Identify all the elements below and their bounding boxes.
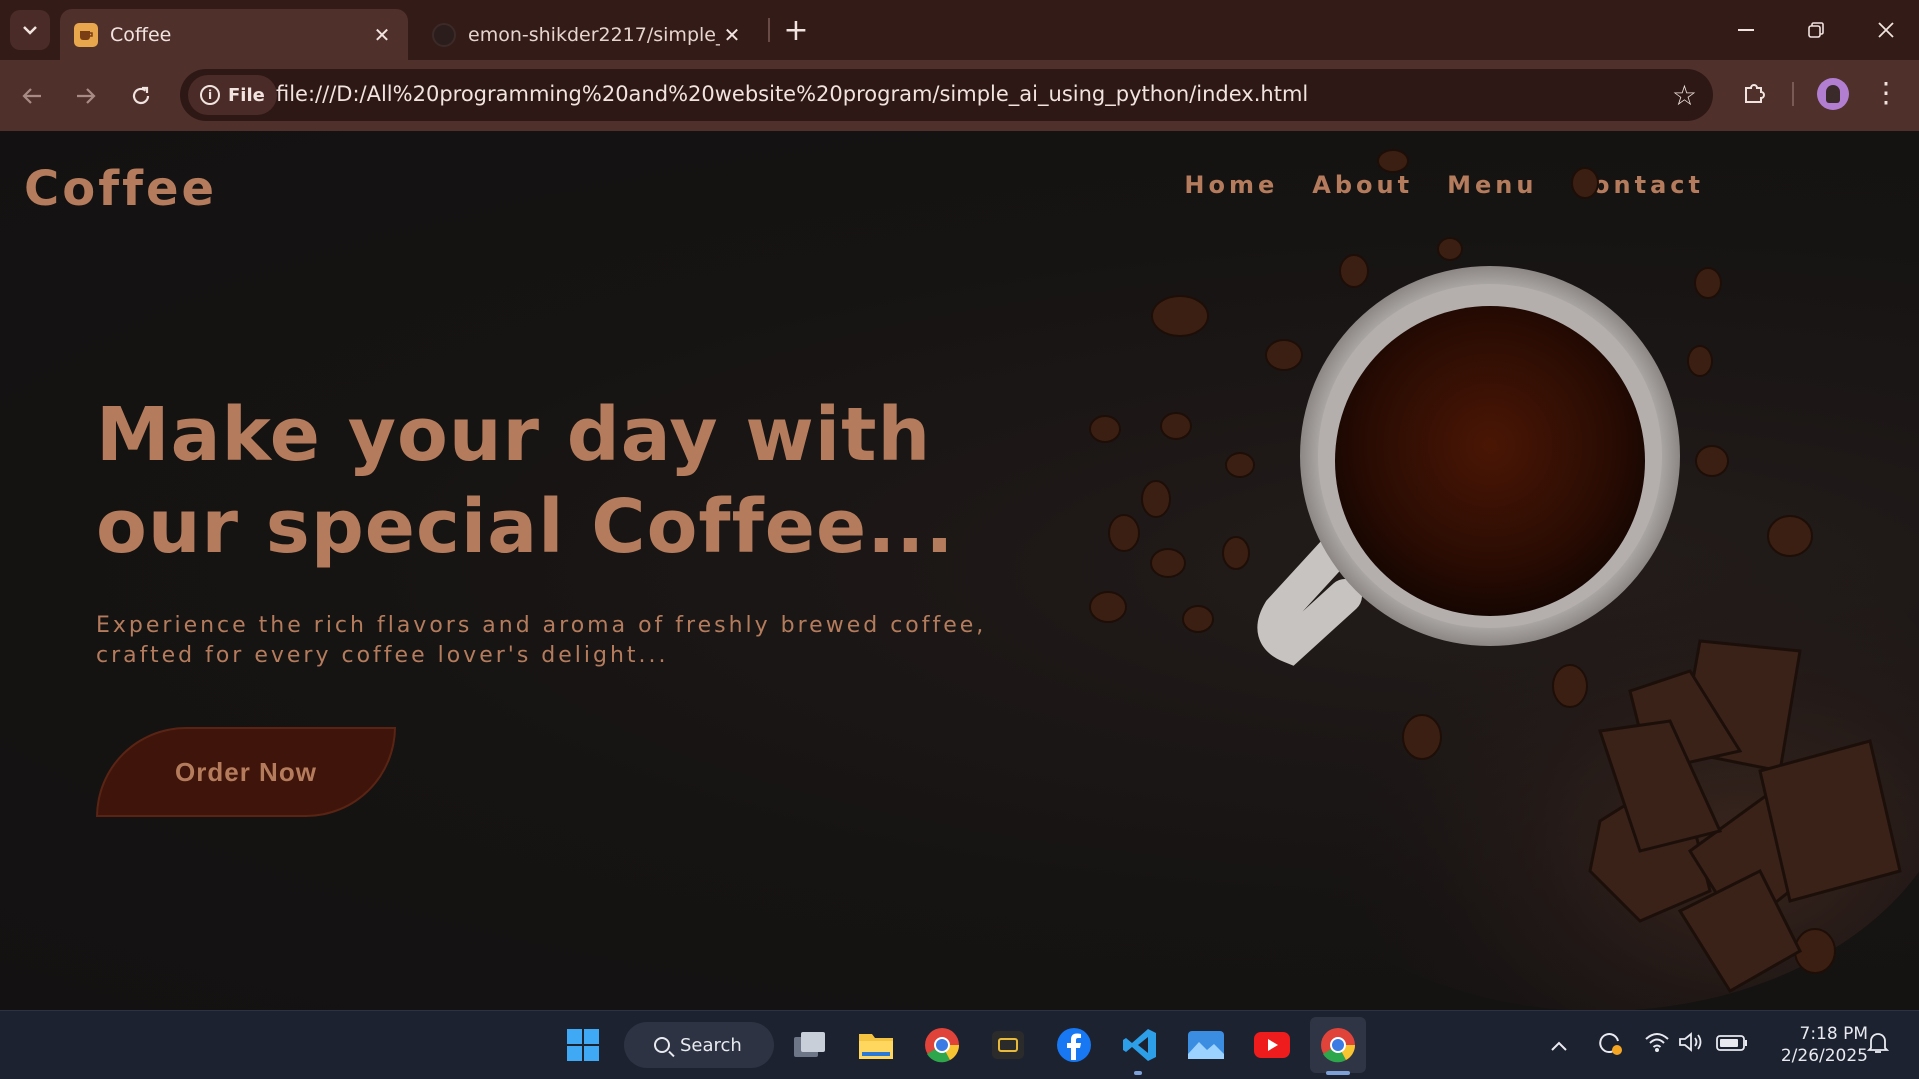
windows-start-icon[interactable] (563, 1025, 603, 1065)
volume-icon[interactable] (1678, 1031, 1704, 1058)
tab-title: emon-shikder2217/simple_landing (468, 23, 720, 46)
active-running-indicator (1326, 1071, 1350, 1075)
battery-icon[interactable] (1716, 1033, 1748, 1057)
site-logo[interactable]: Coffee (24, 161, 217, 217)
url-text[interactable]: file:///D:/All%20programming%20and%20web… (276, 82, 1308, 106)
photos-icon[interactable] (1186, 1025, 1226, 1065)
browser-toolbar: i File file:///D:/All%20programming%20an… (0, 60, 1919, 131)
tab-github[interactable]: emon-shikder2217/simple_landing ✕ (418, 9, 758, 60)
terminal-icon[interactable] (988, 1025, 1028, 1065)
close-tab-icon[interactable]: ✕ (720, 23, 744, 47)
clock-time: 7:18 PM (1799, 1024, 1869, 1044)
profile-avatar-icon[interactable] (1817, 78, 1849, 110)
github-favicon-icon (432, 22, 456, 47)
forward-button[interactable] (68, 78, 104, 114)
close-icon (1878, 22, 1894, 38)
close-window-button[interactable] (1851, 0, 1919, 60)
site-info-chip[interactable]: i File (188, 75, 277, 115)
site-chip-label: File (228, 84, 265, 106)
system-clock[interactable]: 7:18 PM 2/26/2025 (1770, 1023, 1868, 1067)
coffee-hero-image (1089, 149, 1919, 1010)
show-hidden-icons-chevron-up-icon[interactable] (1550, 1033, 1568, 1057)
windows-taskbar: Search 7:18 PM 2/26/2025 (0, 1010, 1919, 1079)
toolbar-divider (1792, 82, 1794, 106)
youtube-icon[interactable] (1252, 1025, 1292, 1065)
vscode-icon[interactable] (1120, 1025, 1160, 1065)
browser-menu-icon[interactable]: ⋮ (1872, 76, 1900, 109)
running-indicator (1134, 1071, 1142, 1075)
facebook-icon[interactable] (1054, 1025, 1094, 1065)
chrome-icon[interactable] (922, 1025, 962, 1065)
chevron-down-icon (23, 26, 37, 35)
taskbar-search[interactable]: Search (624, 1022, 774, 1068)
notification-bell-icon[interactable] (1866, 1031, 1890, 1060)
wifi-icon[interactable] (1644, 1031, 1670, 1058)
minimize-button[interactable] (1711, 0, 1781, 60)
taskbar-search-label: Search (680, 1034, 742, 1056)
close-tab-icon[interactable]: ✕ (370, 23, 394, 47)
coffee-favicon-icon (74, 22, 98, 47)
task-view-icon[interactable] (790, 1025, 830, 1065)
bookmark-star-icon[interactable]: ☆ (1672, 79, 1697, 112)
reload-button[interactable] (123, 78, 159, 114)
clock-date: 2/26/2025 (1780, 1046, 1868, 1066)
hero-subtitle: Experience the rich flavors and aroma of… (96, 613, 987, 668)
minimize-icon (1738, 29, 1754, 31)
browser-tab-bar: Coffee ✕ emon-shikder2217/simple_landing… (0, 0, 1919, 60)
tab-separator (768, 18, 770, 42)
chrome-active-icon[interactable] (1318, 1025, 1358, 1065)
tab-search-button[interactable] (10, 10, 50, 50)
tab-title: Coffee (110, 23, 172, 46)
address-bar[interactable]: i File file:///D:/All%20programming%20an… (180, 69, 1713, 121)
restore-button[interactable] (1781, 0, 1851, 60)
hero-headline: Make your day with our special Coffee... (96, 392, 955, 570)
back-button[interactable] (14, 78, 50, 114)
landing-page: Coffee Home About Menu Contact Make your… (0, 131, 1919, 1010)
info-icon: i (200, 85, 220, 105)
extensions-puzzle-icon[interactable] (1738, 76, 1772, 110)
tab-coffee[interactable]: Coffee ✕ (60, 9, 408, 60)
arrow-right-icon (77, 88, 96, 104)
sync-update-icon[interactable] (1596, 1029, 1624, 1062)
restore-icon (1808, 22, 1824, 38)
reload-icon (132, 86, 150, 105)
order-now-button[interactable]: Order Now (96, 727, 396, 817)
arrow-left-icon (22, 88, 41, 104)
new-tab-button[interactable]: + (780, 13, 812, 48)
file-explorer-icon[interactable] (856, 1025, 896, 1065)
search-icon (654, 1037, 670, 1053)
